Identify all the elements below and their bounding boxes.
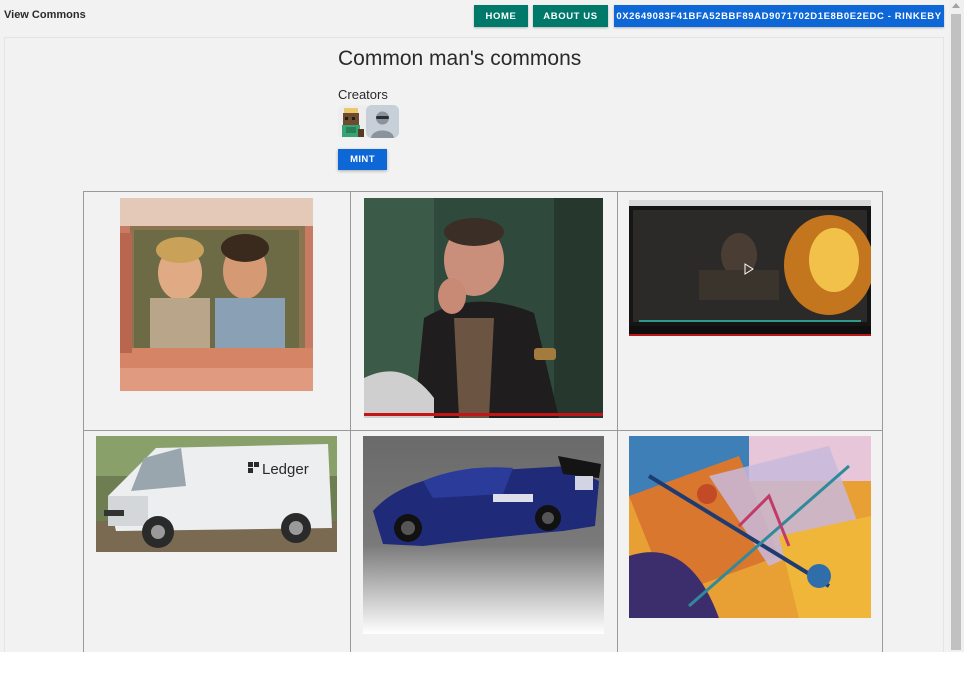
nft-gallery-grid: Ledger <box>83 191 883 652</box>
grid-line <box>83 430 883 431</box>
gallery-item-abstract-painting[interactable] <box>629 436 871 618</box>
brand-title[interactable]: View Commons <box>4 9 86 21</box>
grid-line <box>617 191 618 652</box>
ledger-van-image: Ledger <box>96 436 337 552</box>
race-car-image <box>363 436 604 634</box>
wallet-address-button[interactable]: 0X2649083F41BFA52BBF89AD9071702D1E8B0E2E… <box>614 5 944 27</box>
user-silhouette-icon <box>366 105 399 138</box>
vertical-scrollbar[interactable] <box>949 0 964 652</box>
mint-button[interactable]: MINT <box>338 149 387 170</box>
grid-line <box>83 191 883 192</box>
video-player-image <box>629 200 871 336</box>
about-us-button[interactable]: ABOUT US <box>533 5 608 27</box>
grid-line <box>882 191 883 652</box>
scroll-up-arrow-icon[interactable] <box>952 3 960 8</box>
abstract-painting-image <box>629 436 871 618</box>
man-smoking-image <box>364 198 603 418</box>
scrollbar-thumb[interactable] <box>951 14 961 650</box>
grid-line <box>350 191 351 652</box>
gallery-item-smoking-man[interactable] <box>364 198 603 418</box>
gallery-item-race-car[interactable] <box>363 436 604 634</box>
creators-label: Creators <box>338 87 388 102</box>
page-viewport: View Commons HOME ABOUT US 0X2649083F41B… <box>0 0 949 652</box>
creator-avatar-default[interactable] <box>366 105 399 138</box>
gallery-item-car-photo[interactable] <box>120 198 313 391</box>
svg-text:Ledger: Ledger <box>262 461 309 478</box>
home-button[interactable]: HOME <box>474 5 528 27</box>
two-men-in-car-image <box>120 198 313 391</box>
gallery-item-ledger-van[interactable]: Ledger <box>96 436 337 552</box>
gallery-item-video-screenshot[interactable] <box>629 200 871 336</box>
page-title: Common man's commons <box>338 47 582 70</box>
grid-line <box>83 191 84 652</box>
